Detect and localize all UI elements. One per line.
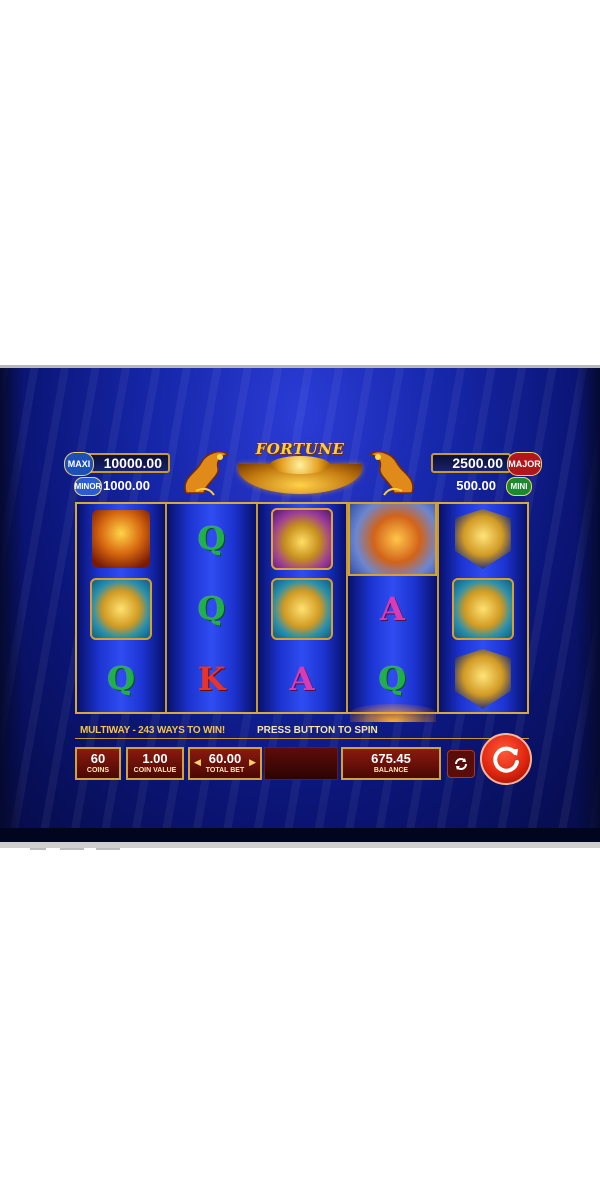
coin-pot-symbol-icon bbox=[451, 578, 514, 640]
mini-badge: MINI bbox=[506, 477, 532, 496]
game-screen: FORTUNE COIN 10000.00 MAXI 1000.00 MINOR… bbox=[0, 368, 600, 842]
reel-symbol bbox=[77, 574, 165, 644]
mini-jackpot-value: 500.00 bbox=[456, 478, 496, 493]
autoplay-icon bbox=[455, 758, 467, 770]
maxi-badge: MAXI bbox=[64, 452, 94, 476]
coins-label: COINS bbox=[86, 767, 110, 774]
device-indicator bbox=[96, 848, 120, 850]
a-symbol: A bbox=[289, 660, 315, 698]
total-bet-selector: ◀ 60.00 TOTAL BET ▶ bbox=[188, 747, 262, 780]
coin-pot-symbol-icon bbox=[90, 578, 153, 640]
reel-symbol: Q bbox=[77, 644, 165, 714]
reel-symbol: Q bbox=[167, 574, 255, 644]
k-symbol: K bbox=[197, 660, 226, 698]
spin-button[interactable] bbox=[480, 733, 532, 785]
q-symbol: Q bbox=[197, 520, 226, 558]
reel-symbol: A bbox=[348, 574, 436, 644]
balance-value: 675.45 bbox=[371, 751, 411, 766]
maxi-jackpot-value: 10000.00 bbox=[84, 453, 170, 473]
device-indicator bbox=[30, 848, 46, 850]
reel-4: A Q bbox=[348, 502, 439, 712]
reel-symbol: A bbox=[258, 644, 346, 714]
left-shade bbox=[0, 368, 24, 842]
a-symbol: A bbox=[380, 590, 405, 628]
gold-shield-symbol-icon bbox=[454, 509, 511, 569]
dragon-symbol-icon bbox=[348, 502, 437, 576]
reel-symbol bbox=[439, 574, 527, 644]
balance-label: BALANCE bbox=[373, 767, 409, 774]
coin-value-label: COIN VALUE bbox=[133, 767, 177, 774]
win-display-panel bbox=[264, 747, 338, 780]
reel-symbol: K bbox=[167, 644, 255, 714]
coins-value: 60 bbox=[90, 751, 106, 766]
bet-increase-icon[interactable]: ▶ bbox=[249, 757, 256, 768]
koi-coins-symbol-icon bbox=[271, 508, 334, 570]
divider bbox=[75, 738, 529, 739]
coins-selector[interactable]: 60 COINS bbox=[75, 747, 121, 780]
reel-symbol bbox=[439, 504, 527, 574]
spin-prompt-text: PRESS BUTTON TO SPIN bbox=[257, 725, 378, 736]
screen-bottom-edge bbox=[0, 828, 600, 842]
coin-pot-symbol-icon bbox=[271, 578, 334, 640]
spin-icon bbox=[493, 746, 519, 773]
reel-symbol bbox=[348, 502, 437, 576]
q-symbol: Q bbox=[107, 660, 136, 698]
reel-symbol bbox=[439, 644, 527, 714]
minor-badge: MINOR bbox=[74, 477, 102, 496]
coin-value-value: 1.00 bbox=[142, 751, 168, 766]
reel-symbol bbox=[258, 504, 346, 574]
minor-jackpot-value: 1000.00 bbox=[103, 478, 150, 493]
dragon-right-icon bbox=[368, 451, 414, 496]
reel-3: A bbox=[257, 504, 349, 714]
glow-decoration bbox=[350, 704, 436, 722]
coin-value-selector[interactable]: 1.00 COIN VALUE bbox=[126, 747, 184, 780]
q-symbol: Q bbox=[378, 660, 407, 698]
major-jackpot-value: 2500.00 bbox=[431, 453, 511, 473]
device-indicator bbox=[60, 848, 84, 850]
gold-shield-symbol-icon bbox=[454, 649, 511, 709]
lion-symbol-icon bbox=[92, 510, 151, 568]
reel-5 bbox=[438, 504, 528, 714]
autoplay-button[interactable] bbox=[447, 750, 475, 778]
ways-to-win-text: MULTIWAY - 243 WAYS TO WIN! bbox=[80, 725, 225, 736]
q-symbol: Q bbox=[197, 590, 226, 628]
device-frame-bottom bbox=[0, 842, 600, 848]
reel-grid: Q Q Q K A A Q bbox=[75, 502, 529, 714]
right-shade bbox=[576, 368, 600, 842]
reel-symbol: Q bbox=[167, 504, 255, 574]
reel-symbol bbox=[258, 574, 346, 644]
gold-nuggets-icon bbox=[270, 456, 330, 474]
dragon-left-icon bbox=[184, 451, 230, 496]
reel-symbol bbox=[77, 504, 165, 574]
balance-display: 675.45 BALANCE bbox=[341, 747, 441, 780]
major-badge: MAJOR bbox=[507, 452, 542, 476]
reel-1: Q bbox=[77, 504, 168, 714]
reel-2: Q Q K bbox=[167, 504, 258, 714]
bet-decrease-icon[interactable]: ◀ bbox=[194, 757, 201, 768]
